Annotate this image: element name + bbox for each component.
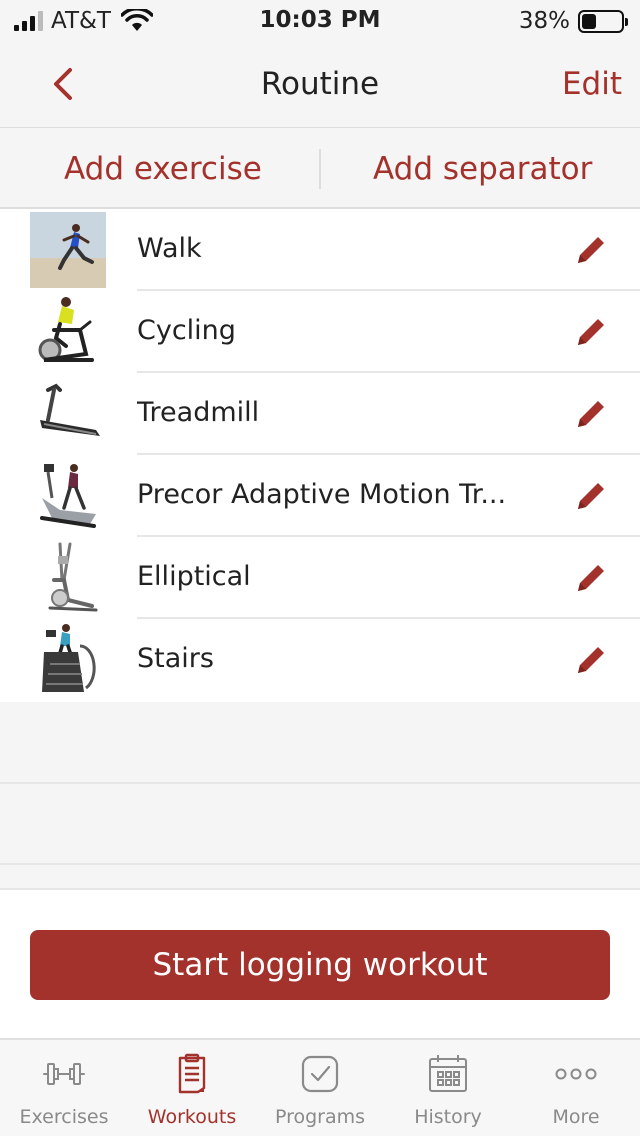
spin-bike-photo	[30, 294, 106, 370]
tab-label: History	[414, 1106, 482, 1128]
battery-percent: 38%	[518, 8, 570, 34]
edit-pencil-icon[interactable]	[574, 561, 608, 595]
exercise-row-cycling[interactable]: Cycling	[0, 291, 640, 373]
battery-icon	[578, 9, 628, 33]
more-dots-icon	[555, 1068, 597, 1080]
exercise-name: Treadmill	[137, 397, 260, 428]
dumbbell-icon	[43, 1063, 85, 1085]
tab-label: Programs	[274, 1106, 366, 1128]
treadmill-photo	[30, 376, 106, 452]
exercise-name: Cycling	[137, 315, 236, 346]
checkbox-icon	[301, 1055, 339, 1093]
exercise-list: Walk Cycling Treadmill Precor Adaptive M…	[0, 209, 640, 702]
exercise-name: Walk	[137, 233, 202, 264]
edit-pencil-icon[interactable]	[574, 233, 608, 267]
navigation-bar: Routine Edit	[0, 40, 640, 128]
exercise-name: Stairs	[137, 643, 214, 674]
bottom-action-area: Start logging workout	[0, 888, 640, 1038]
tab-label: Exercises	[19, 1106, 109, 1128]
exercise-row-walk[interactable]: Walk	[0, 209, 640, 291]
status-bar: AT&T 10:03 PM 38%	[0, 0, 640, 40]
elliptical-photo	[30, 540, 106, 616]
tab-exercises[interactable]: Exercises	[0, 1052, 128, 1128]
exercise-name: Precor Adaptive Motion Tr...	[137, 479, 507, 510]
action-bar: Add exercise Add separator	[0, 129, 640, 209]
edit-pencil-icon[interactable]	[574, 397, 608, 431]
exercise-row-precor-amt[interactable]: Precor Adaptive Motion Tr...	[0, 455, 640, 537]
exercise-row-stairs[interactable]: Stairs	[0, 619, 640, 701]
add-separator-button[interactable]: Add separator	[373, 151, 592, 187]
tab-more[interactable]: More	[512, 1052, 640, 1128]
exercise-row-elliptical[interactable]: Elliptical	[0, 537, 640, 619]
divider	[0, 863, 640, 865]
tab-workouts[interactable]: Workouts	[128, 1052, 256, 1128]
tab-bar: Exercises Workouts Programs History More	[0, 1038, 640, 1136]
start-logging-workout-button[interactable]: Start logging workout	[30, 930, 610, 1000]
action-divider	[319, 149, 321, 189]
clipboard-icon	[178, 1053, 206, 1094]
exercise-name: Elliptical	[137, 561, 251, 592]
calendar-icon	[429, 1055, 467, 1092]
tab-label: Workouts	[147, 1106, 237, 1128]
tab-programs[interactable]: Programs	[256, 1052, 384, 1128]
edit-pencil-icon[interactable]	[574, 479, 608, 513]
edit-pencil-icon[interactable]	[574, 643, 608, 677]
edit-pencil-icon[interactable]	[574, 315, 608, 349]
tab-history[interactable]: History	[384, 1052, 512, 1128]
tab-label: More	[552, 1106, 600, 1128]
exercise-row-treadmill[interactable]: Treadmill	[0, 373, 640, 455]
divider	[0, 782, 640, 784]
stair-climber-photo	[30, 622, 106, 698]
page-title: Routine	[260, 66, 380, 102]
runner-photo	[30, 212, 106, 288]
adaptive-motion-trainer-photo	[30, 458, 106, 534]
edit-button[interactable]: Edit	[562, 66, 622, 102]
add-exercise-button[interactable]: Add exercise	[64, 151, 262, 187]
